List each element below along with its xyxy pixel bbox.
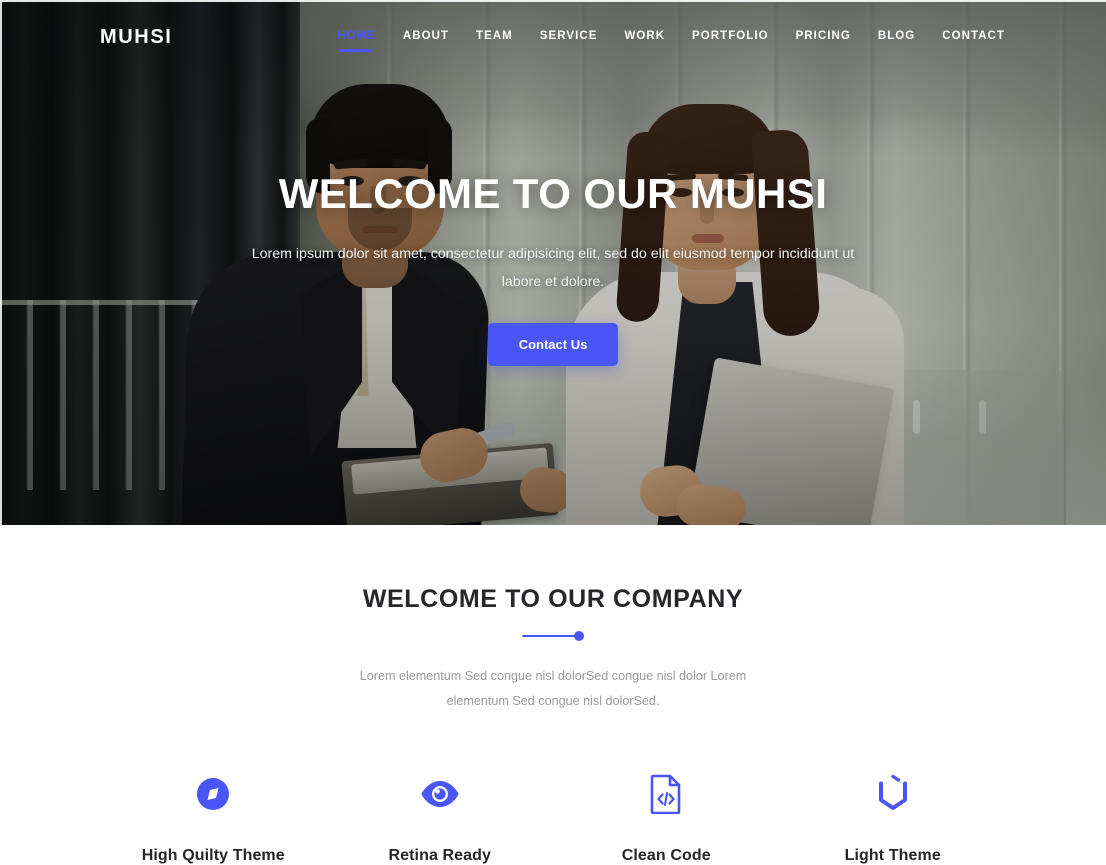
compass-icon — [100, 767, 327, 821]
hero-subtitle: Lorem ipsum dolor sit amet, consectetur … — [251, 245, 855, 291]
hexagon-bulb-icon — [780, 767, 1007, 821]
nav-item-team[interactable]: TEAM — [476, 30, 513, 44]
feature-title: Clean Code — [621, 847, 711, 865]
nav-item-service[interactable]: SERVICE — [540, 30, 598, 44]
nav-item-contact[interactable]: CONTACT — [942, 30, 1005, 44]
section-heading: WELCOME TO OUR COMPANY — [362, 585, 744, 613]
nav-item-home[interactable]: HOME — [337, 30, 376, 52]
nav-item-pricing[interactable]: PRICING — [796, 30, 851, 44]
eye-icon — [327, 767, 554, 821]
main-navbar: MUHSI HOME ABOUT TEAM SERVICE WORK PORTF… — [0, 0, 1106, 74]
nav-links: HOME ABOUT TEAM SERVICE WORK PORTFOLIO P… — [337, 30, 1005, 52]
code-file-icon — [553, 767, 780, 821]
feature-card-light-theme[interactable]: Light Theme — [780, 767, 1007, 865]
feature-title: High Quilty Theme — [141, 847, 285, 865]
nav-item-work[interactable]: WORK — [624, 30, 665, 44]
welcome-section: WELCOME TO OUR COMPANY Lorem elementum S… — [0, 525, 1106, 865]
feature-title: Retina Ready — [388, 847, 492, 865]
divider-line-icon — [522, 635, 576, 638]
section-paragraph: Lorem elementum Sed congue nisl dolorSed… — [359, 669, 747, 708]
feature-card-retina-ready[interactable]: Retina Ready — [327, 767, 554, 865]
feature-card-clean-code[interactable]: Clean Code — [553, 767, 780, 865]
section-divider — [522, 626, 584, 646]
nav-item-portfolio[interactable]: PORTFOLIO — [692, 30, 769, 44]
nav-item-blog[interactable]: BLOG — [878, 30, 915, 44]
hero-section: MUHSI HOME ABOUT TEAM SERVICE WORK PORTF… — [0, 0, 1106, 525]
features-row: High Quilty Theme Retina Ready Clean Cod… — [0, 713, 1106, 865]
feature-card-high-quilty-theme[interactable]: High Quilty Theme — [100, 767, 327, 865]
site-logo[interactable]: MUHSI — [100, 26, 172, 49]
hero-title: WELCOME TO OUR MUHSI — [278, 170, 828, 217]
hero-content: WELCOME TO OUR MUHSI Lorem ipsum dolor s… — [0, 170, 1106, 366]
divider-dot-icon — [574, 631, 584, 641]
feature-title: Light Theme — [844, 847, 941, 865]
nav-item-about[interactable]: ABOUT — [403, 30, 449, 44]
contact-us-button[interactable]: Contact Us — [487, 322, 619, 366]
